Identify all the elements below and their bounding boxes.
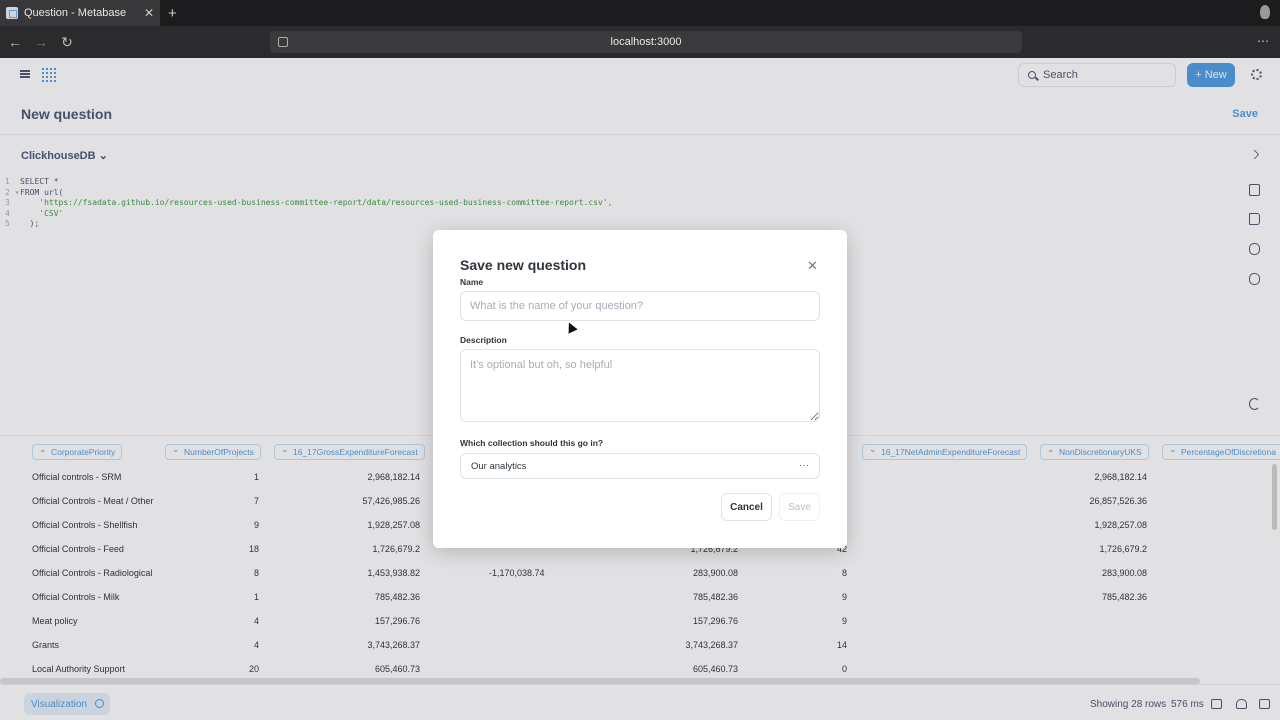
name-label: Name — [460, 277, 484, 287]
collection-picker[interactable]: Our analytics ··· — [460, 453, 820, 479]
vertical-scrollbar[interactable] — [1272, 464, 1277, 530]
tab-close-icon[interactable]: ✕ — [144, 6, 154, 20]
name-input[interactable] — [460, 291, 820, 321]
collection-value: Our analytics — [471, 460, 527, 472]
cancel-button[interactable]: Cancel — [721, 493, 772, 521]
description-textarea[interactable] — [460, 349, 820, 422]
new-tab-button[interactable]: + — [168, 5, 177, 22]
more-options-icon[interactable]: ··· — [799, 460, 809, 471]
browser-tab[interactable]: Question - Metabase ✕ — [0, 0, 160, 26]
save-question-modal: Save new question ✕ Name Description Whi… — [433, 230, 847, 548]
address-bar: ← → ↻ localhost:3000 ⋯ — [0, 26, 1280, 58]
modal-title: Save new question — [460, 257, 587, 273]
metabase-favicon-icon — [6, 7, 18, 19]
forward-arrow-icon[interactable]: → — [30, 34, 52, 50]
save-button[interactable]: Save — [779, 493, 820, 521]
browser-flame-icon[interactable] — [1260, 5, 1270, 19]
description-label: Description — [460, 335, 507, 345]
browser-menu-icon[interactable]: ⋯ — [1257, 34, 1270, 48]
close-icon[interactable]: ✕ — [807, 258, 818, 274]
reload-icon[interactable]: ↻ — [56, 34, 78, 51]
collection-label: Which collection should this go in? — [460, 438, 604, 448]
url-text: localhost:3000 — [610, 36, 682, 48]
site-info-icon[interactable] — [278, 37, 288, 47]
tab-title: Question - Metabase — [24, 7, 127, 19]
back-arrow-icon[interactable]: ← — [4, 34, 26, 50]
url-field[interactable]: localhost:3000 — [270, 31, 1022, 53]
browser-tab-bar: Question - Metabase ✕ + — [0, 0, 1280, 26]
